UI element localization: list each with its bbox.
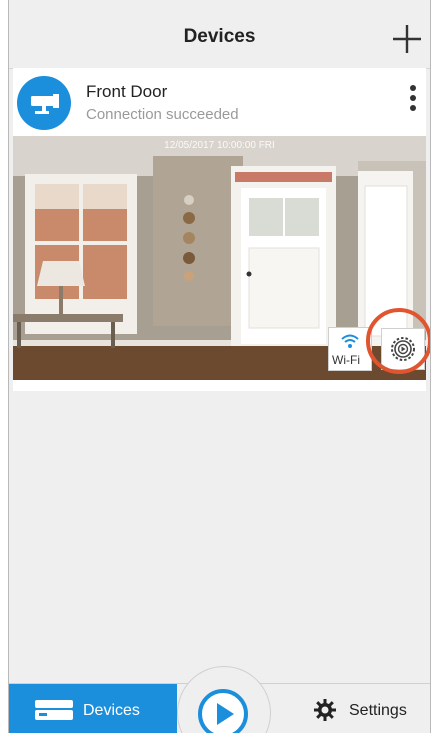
highlight-ring <box>366 308 430 374</box>
top-bar: Devices <box>9 0 430 69</box>
settings-gear-icon <box>314 699 336 721</box>
tab-settings-label[interactable]: Settings <box>349 702 407 720</box>
app-frame: Devices Front Door Connection succeeded <box>8 0 431 733</box>
device-status: Connection succeeded <box>86 106 239 123</box>
tab-devices-label: Devices <box>83 702 140 719</box>
play-icon[interactable] <box>197 688 249 733</box>
tab-devices[interactable]: Devices <box>9 684 177 733</box>
wifi-label: Wi-Fi <box>332 353 360 367</box>
camera-icon <box>31 94 59 114</box>
page-title: Devices <box>183 26 256 47</box>
device-name: Front Door <box>86 82 168 101</box>
more-vertical-icon[interactable] <box>404 82 422 118</box>
wifi-button[interactable]: Wi-Fi <box>328 327 372 371</box>
device-avatar <box>17 76 71 130</box>
plus-icon[interactable] <box>390 22 424 56</box>
camera-preview[interactable]: 12/05/2017 10:00:00 FRI Wi-Fi <box>13 136 426 380</box>
camera-timestamp: 12/05/2017 10:00:00 FRI <box>164 140 275 151</box>
wifi-icon <box>341 334 359 348</box>
device-card[interactable]: Front Door Connection succeeded 12/05/20… <box>13 68 430 391</box>
router-icon <box>35 700 73 720</box>
